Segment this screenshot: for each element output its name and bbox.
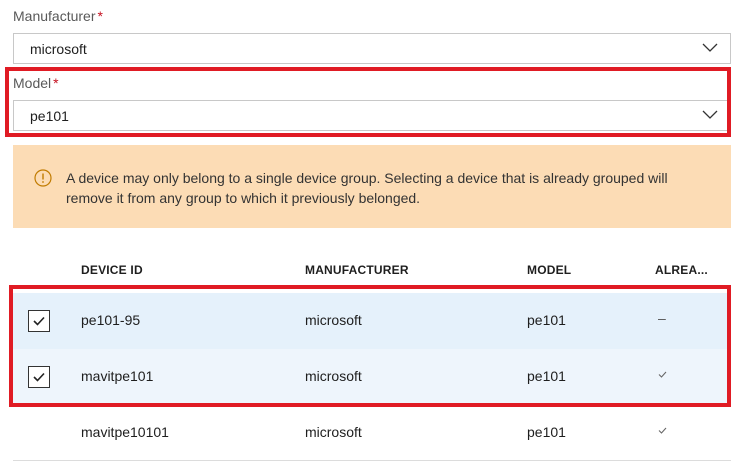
- info-icon: [34, 169, 52, 187]
- required-mark: *: [53, 75, 59, 91]
- manufacturer-label: Manufacturer *: [13, 8, 103, 24]
- manufacturer-label-text: Manufacturer: [13, 8, 96, 24]
- column-header-already[interactable]: ALREA...: [655, 263, 708, 277]
- cell-already-status: –: [658, 310, 666, 326]
- model-dropdown-value: pe101: [30, 108, 69, 124]
- checkmark-icon: [33, 372, 45, 382]
- column-header-manufacturer[interactable]: MANUFACTURER: [305, 263, 409, 277]
- table-row[interactable]: mavitpe101 microsoft pe101: [13, 349, 731, 405]
- model-label-text: Model: [13, 75, 52, 91]
- row-checkbox[interactable]: [28, 366, 50, 388]
- model-label: Model *: [13, 75, 59, 91]
- checkmark-icon: [33, 316, 45, 326]
- already-grouped-check-icon: [658, 371, 667, 378]
- table-header: DEVICE ID MANUFACTURER MODEL ALREA...: [13, 257, 731, 285]
- required-mark: *: [97, 8, 103, 24]
- manufacturer-dropdown[interactable]: microsoft: [13, 33, 731, 64]
- cell-model: pe101: [527, 424, 566, 440]
- warning-banner: A device may only belong to a single dev…: [13, 145, 731, 228]
- cell-manufacturer: microsoft: [305, 368, 362, 384]
- column-header-model[interactable]: MODEL: [527, 263, 571, 277]
- cell-manufacturer: microsoft: [305, 312, 362, 328]
- cell-device-id: mavitpe101: [81, 368, 154, 384]
- manufacturer-dropdown-value: microsoft: [30, 41, 87, 57]
- model-dropdown[interactable]: pe101: [13, 100, 731, 131]
- cell-manufacturer: microsoft: [305, 424, 362, 440]
- chevron-down-icon: [702, 110, 718, 119]
- cell-model: pe101: [527, 368, 566, 384]
- table-row[interactable]: pe101-95 microsoft pe101 –: [13, 293, 731, 349]
- column-header-device-id[interactable]: DEVICE ID: [81, 263, 143, 277]
- cell-device-id: pe101-95: [81, 312, 141, 328]
- table-row[interactable]: mavitpe10101 microsoft pe101: [13, 405, 731, 461]
- chevron-down-icon: [702, 43, 718, 52]
- row-checkbox[interactable]: [28, 310, 50, 332]
- cell-device-id: mavitpe10101: [81, 424, 169, 440]
- already-grouped-check-icon: [658, 427, 667, 434]
- cell-model: pe101: [527, 312, 566, 328]
- warning-text: A device may only belong to a single dev…: [66, 170, 668, 206]
